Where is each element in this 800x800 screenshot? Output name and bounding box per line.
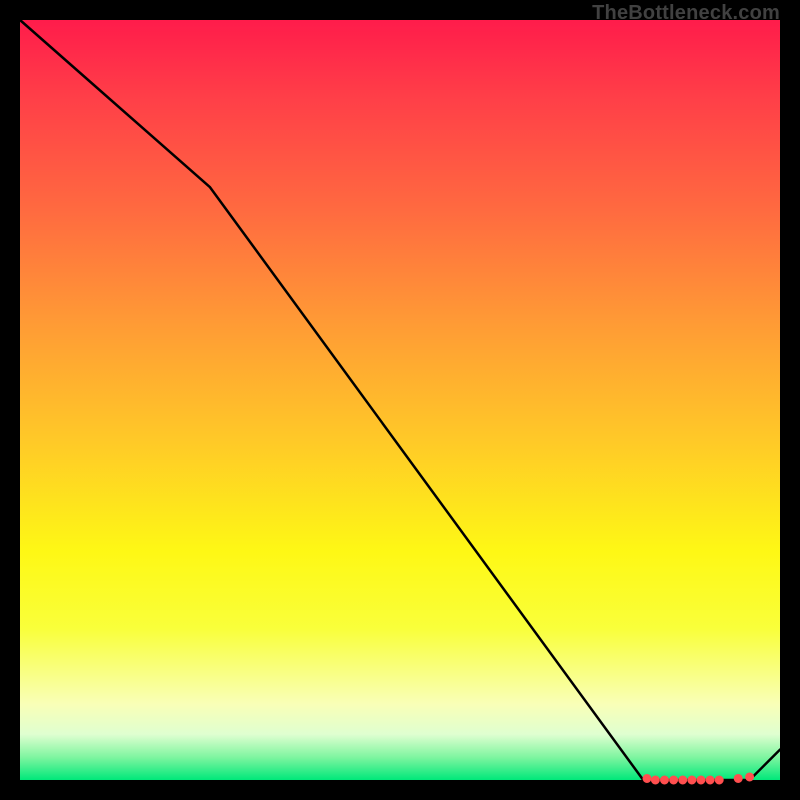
curve-markers xyxy=(643,773,754,784)
curve-marker xyxy=(651,776,659,784)
curve-marker xyxy=(643,774,651,782)
curve-marker xyxy=(660,776,668,784)
curve-marker xyxy=(697,776,705,784)
curve-marker xyxy=(688,776,696,784)
curve-marker xyxy=(734,774,742,782)
curve-marker xyxy=(679,776,687,784)
curve-line xyxy=(20,20,780,780)
curve-marker xyxy=(746,773,754,781)
chart-frame: TheBottleneck.com xyxy=(0,0,800,800)
curve-marker xyxy=(670,776,678,784)
curve-marker xyxy=(706,776,714,784)
chart-plot-area xyxy=(20,20,780,780)
curve-marker xyxy=(715,776,723,784)
chart-svg xyxy=(20,20,780,780)
